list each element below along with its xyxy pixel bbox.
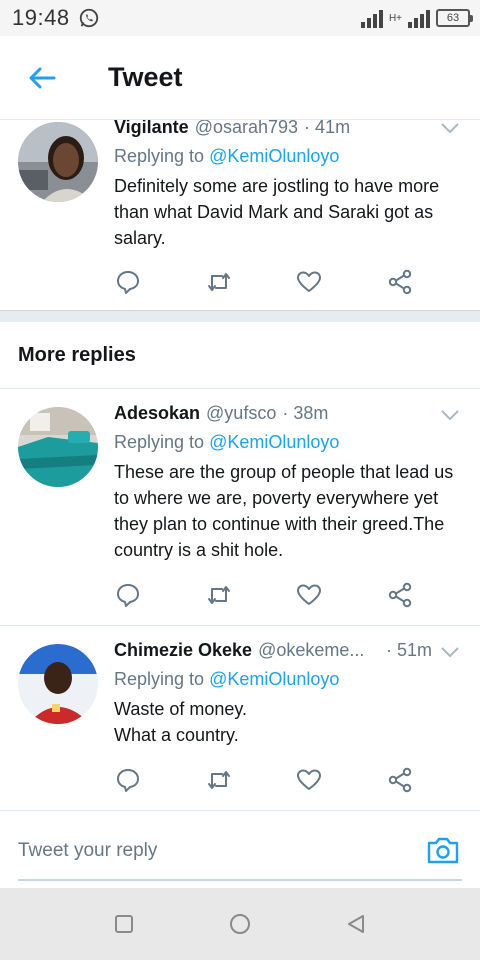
page-title: Tweet bbox=[108, 62, 183, 92]
status-indicators: H+ 63 bbox=[360, 8, 473, 28]
reply-icon bbox=[117, 271, 139, 294]
share-icon bbox=[388, 582, 412, 608]
system-navigation-bar bbox=[0, 888, 480, 960]
reply-button[interactable] bbox=[114, 766, 142, 794]
mention-link[interactable]: @KemiOlunloyo bbox=[209, 669, 339, 689]
more-replies-heading: More replies bbox=[18, 344, 136, 366]
author-name[interactable]: Vigilante bbox=[114, 120, 189, 138]
reply-tweet[interactable]: Vigilante @osarah793 · 41m Replying to @… bbox=[0, 120, 480, 310]
like-button[interactable] bbox=[295, 581, 323, 609]
author-name[interactable]: Chimezie Okeke bbox=[114, 640, 252, 661]
back-button[interactable] bbox=[12, 48, 72, 108]
like-button[interactable] bbox=[295, 766, 323, 794]
reply-input[interactable] bbox=[18, 833, 418, 869]
replying-to: Replying to @KemiOlunloyo bbox=[114, 669, 460, 690]
app-header: Tweet bbox=[0, 36, 480, 120]
like-icon bbox=[297, 769, 322, 790]
status-bar: 19:48 H+ 63 bbox=[0, 0, 480, 36]
like-button[interactable] bbox=[295, 268, 323, 296]
share-icon bbox=[388, 767, 412, 793]
tweet-text-line: What a country. bbox=[114, 725, 239, 745]
chevron-down-icon[interactable] bbox=[440, 646, 460, 658]
avatar[interactable] bbox=[18, 122, 98, 202]
chevron-down-icon[interactable] bbox=[440, 409, 460, 421]
tweet-actions bbox=[114, 766, 414, 794]
retweet-icon bbox=[207, 273, 230, 291]
replying-to: Replying to @KemiOlunloyo bbox=[114, 146, 460, 167]
tweet-time: · 51m bbox=[385, 640, 432, 660]
status-time: 19:48 bbox=[12, 5, 70, 30]
section-separator bbox=[0, 310, 480, 322]
mention-link[interactable]: @KemiOlunloyo bbox=[209, 146, 339, 166]
reply-icon bbox=[117, 769, 139, 792]
back-nav-button[interactable] bbox=[343, 911, 369, 937]
author-handle[interactable]: @yufsco bbox=[206, 403, 276, 424]
reply-tweet[interactable]: Adesokan @yufsco · 38m Replying to @Kemi… bbox=[0, 389, 480, 625]
square-icon bbox=[115, 915, 133, 933]
retweet-icon bbox=[207, 586, 230, 604]
retweet-button[interactable] bbox=[205, 268, 233, 296]
recent-apps-button[interactable] bbox=[111, 911, 137, 937]
mention-link[interactable]: @KemiOlunloyo bbox=[209, 432, 339, 452]
triangle-back-icon bbox=[348, 915, 364, 933]
circle-icon bbox=[230, 914, 250, 934]
replying-to: Replying to @KemiOlunloyo bbox=[114, 432, 460, 453]
tweet-actions bbox=[114, 581, 414, 609]
share-button[interactable] bbox=[386, 268, 414, 296]
battery-icon: 63 bbox=[436, 9, 473, 27]
retweet-icon bbox=[207, 771, 230, 789]
share-icon bbox=[388, 269, 412, 295]
network-type: H+ bbox=[388, 12, 402, 24]
share-button[interactable] bbox=[386, 581, 414, 609]
tweet-actions bbox=[114, 268, 414, 296]
reply-tweet[interactable]: Chimezie Okeke @okekeme... · 51m Replyin… bbox=[0, 626, 480, 810]
input-underline bbox=[18, 879, 462, 881]
author-handle[interactable]: @osarah793 bbox=[195, 120, 298, 138]
camera-icon[interactable] bbox=[426, 835, 460, 865]
reply-button[interactable] bbox=[114, 581, 142, 609]
tweet-time: · 41m bbox=[304, 120, 351, 137]
share-button[interactable] bbox=[386, 766, 414, 794]
tweet-text: Waste of money. What a country. bbox=[114, 696, 460, 748]
like-icon bbox=[297, 584, 322, 605]
reply-button[interactable] bbox=[114, 268, 142, 296]
reply-compose-bar bbox=[0, 810, 480, 888]
like-icon bbox=[297, 271, 322, 292]
author-name[interactable]: Adesokan bbox=[114, 403, 200, 424]
signal-strength-icon-2 bbox=[408, 8, 430, 28]
retweet-button[interactable] bbox=[205, 766, 233, 794]
replying-label: Replying to bbox=[114, 146, 205, 166]
avatar[interactable] bbox=[18, 407, 98, 487]
author-handle[interactable]: @okekeme... bbox=[258, 640, 364, 661]
tweet-text: Definitely some are jostling to have mor… bbox=[114, 176, 440, 248]
tweet-text-line: Waste of money. bbox=[114, 699, 248, 719]
retweet-button[interactable] bbox=[205, 581, 233, 609]
tweet-time: · 38m bbox=[282, 403, 329, 423]
tweet-thread[interactable]: Vigilante @osarah793 · 41m Replying to @… bbox=[0, 120, 480, 810]
signal-strength-icon bbox=[360, 8, 383, 28]
chevron-down-icon[interactable] bbox=[440, 122, 460, 134]
home-button[interactable] bbox=[227, 911, 253, 937]
whatsapp-icon bbox=[79, 8, 98, 28]
battery-level: 63 bbox=[446, 12, 460, 24]
tweet-text: These are the group of people that lead … bbox=[114, 462, 454, 560]
replying-label: Replying to bbox=[114, 432, 205, 452]
replying-label: Replying to bbox=[114, 669, 205, 689]
back-arrow-icon bbox=[29, 67, 56, 88]
avatar[interactable] bbox=[18, 644, 98, 724]
reply-icon bbox=[117, 584, 139, 607]
